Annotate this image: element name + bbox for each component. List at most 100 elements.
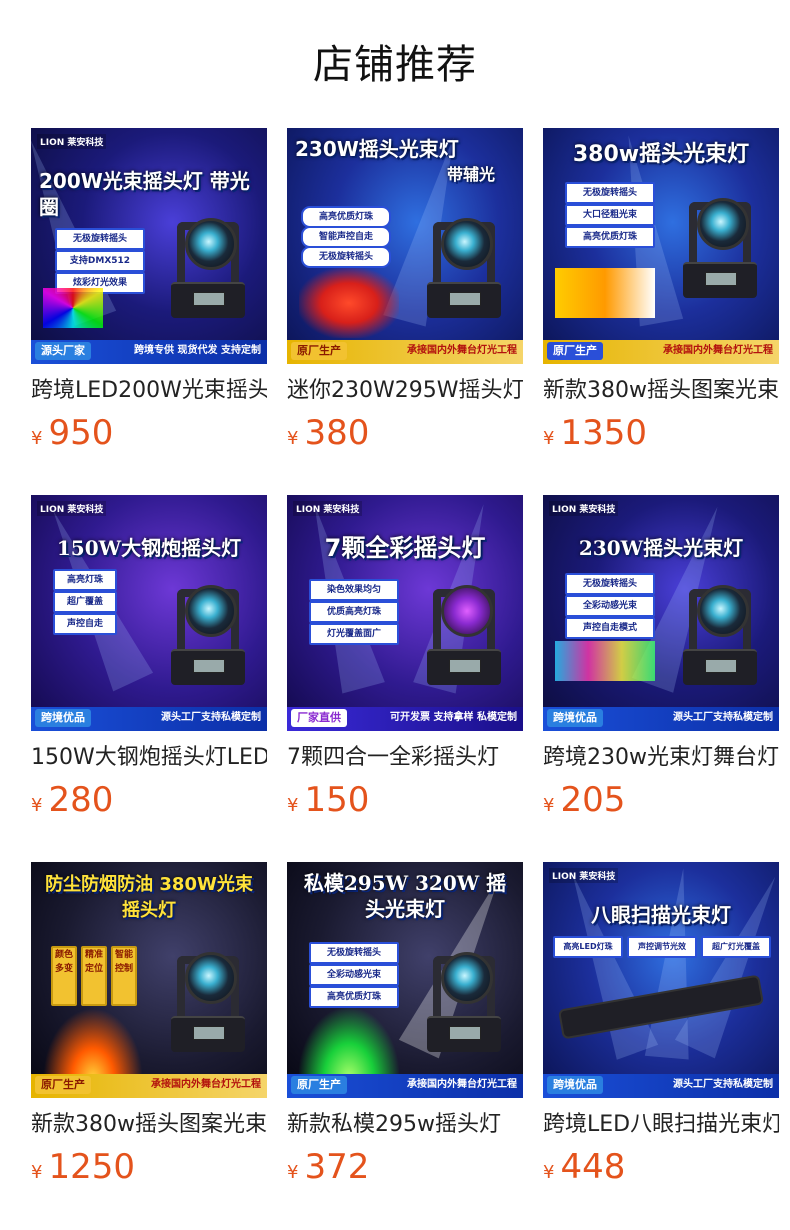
- image-headline: 380w摇头光束灯: [572, 142, 750, 167]
- moving-head-light-image: [171, 208, 245, 318]
- price-value: 150: [304, 780, 370, 820]
- brand-logo: LION 莱安科技: [549, 501, 619, 516]
- image-tag: 原厂生产: [291, 342, 347, 360]
- feature-label: 无极旋转摇头: [55, 228, 145, 250]
- product-name[interactable]: 跨境230w光束灯舞台灯: [543, 743, 779, 773]
- feature-label: 精准定位: [81, 946, 107, 1006]
- moving-head-light-image: [427, 208, 501, 318]
- product-name[interactable]: 新款380w摇头图案光束灯: [543, 376, 779, 406]
- feature-label: 全彩动感光束: [565, 595, 655, 617]
- moving-head-light-image: [683, 188, 757, 298]
- brand-logo: LION 莱安科技: [37, 134, 107, 149]
- feature-label: 染色效果均匀: [309, 579, 399, 601]
- product-name[interactable]: 新款私模295w摇头灯: [287, 1110, 523, 1140]
- image-headline: 230W摇头光束灯: [578, 536, 744, 560]
- image-headline: 私模295W 320W 摇头光束灯: [303, 871, 507, 921]
- red-light-effect: [299, 268, 399, 338]
- image-footer-text: 跨境专供 现货代发 支持定制: [134, 345, 261, 356]
- image-tag: 厂家直供: [291, 709, 347, 727]
- pattern-effect-image: [555, 268, 655, 318]
- product-price: ¥380: [287, 414, 523, 458]
- currency-symbol: ¥: [543, 428, 555, 449]
- color-effect-image: [555, 641, 655, 681]
- currency-symbol: ¥: [31, 795, 43, 816]
- product-name[interactable]: 新款380w摇头图案光束灯: [31, 1110, 267, 1140]
- product-image[interactable]: LION 莱安科技 八眼扫描光束灯 高亮LED灯珠 声控调节光效 超广灯光覆盖 …: [543, 862, 779, 1098]
- image-tag: 原厂生产: [547, 342, 603, 360]
- product-card[interactable]: LION 莱安科技 八眼扫描光束灯 高亮LED灯珠 声控调节光效 超广灯光覆盖 …: [543, 862, 779, 1192]
- product-card[interactable]: LION 莱安科技 200W光束摇头灯 带光圈 无极旋转摇头 支持DMX512 …: [31, 128, 267, 458]
- moving-head-light-image: [683, 575, 757, 685]
- feature-label: 智能控制: [111, 946, 137, 1006]
- brand-logo: LION 莱安科技: [37, 501, 107, 516]
- moving-head-light-image: [171, 942, 245, 1052]
- moving-head-light-image: [171, 575, 245, 685]
- image-tag: 原厂生产: [291, 1076, 347, 1094]
- product-image[interactable]: 230W摇头光束灯 带辅光 高亮优质灯珠 智能声控自走 无极旋转摇头 原厂生产 …: [287, 128, 523, 364]
- product-image[interactable]: LION 莱安科技 230W摇头光束灯 无极旋转摇头 全彩动感光束 声控自走模式…: [543, 495, 779, 731]
- feature-label: 高亮LED灯珠: [553, 936, 623, 958]
- feature-label: 智能声控自走: [301, 226, 391, 248]
- product-card[interactable]: LION 莱安科技 150W大钢炮摇头灯 高亮灯珠 超广覆盖 声控自走 跨境优品…: [31, 495, 267, 825]
- product-name[interactable]: 跨境LED八眼扫描光束灯: [543, 1110, 779, 1140]
- image-footer-text: 承接国内外舞台灯光工程: [151, 1079, 261, 1090]
- price-value: 448: [560, 1147, 626, 1187]
- image-tag: 跨境优品: [547, 709, 603, 727]
- image-tag: 原厂生产: [35, 1076, 91, 1094]
- product-card[interactable]: 私模295W 320W 摇头光束灯 无极旋转摇头 全彩动感光束 高亮优质灯珠 原…: [287, 862, 523, 1192]
- feature-label: 全彩动感光束: [309, 964, 399, 986]
- product-image[interactable]: LION 莱安科技 7颗全彩摇头灯 染色效果均匀 优质高亮灯珠 灯光覆盖面广 厂…: [287, 495, 523, 731]
- product-card[interactable]: 防尘防烟防油 380W光束摇头灯 颜色多变 精准定位 智能控制 原厂生产 承接国…: [31, 862, 267, 1192]
- image-footer-text: 承接国内外舞台灯光工程: [407, 1079, 517, 1090]
- feature-label: 高亮优质灯珠: [309, 986, 399, 1008]
- brand-logo: LION 莱安科技: [549, 868, 619, 883]
- feature-label: 高亮灯珠: [53, 569, 117, 591]
- image-headline: 150W大钢炮摇头灯: [56, 536, 242, 560]
- feature-label: 高亮优质灯珠: [565, 226, 655, 248]
- currency-symbol: ¥: [31, 428, 43, 449]
- brand-logo: LION 莱安科技: [293, 501, 363, 516]
- image-headline: 7颗全彩摇头灯: [324, 534, 486, 562]
- product-image[interactable]: LION 莱安科技 200W光束摇头灯 带光圈 无极旋转摇头 支持DMX512 …: [31, 128, 267, 364]
- product-image[interactable]: 380w摇头光束灯 无极旋转摇头 大口径粗光束 高亮优质灯珠 原厂生产 承接国内…: [543, 128, 779, 364]
- price-value: 1350: [560, 413, 647, 453]
- product-card[interactable]: 230W摇头光束灯 带辅光 高亮优质灯珠 智能声控自走 无极旋转摇头 原厂生产 …: [287, 128, 523, 458]
- image-headline: 八眼扫描光束灯: [591, 903, 731, 927]
- currency-symbol: ¥: [287, 428, 299, 449]
- feature-label: 声控自走: [53, 613, 117, 635]
- product-card[interactable]: LION 莱安科技 230W摇头光束灯 无极旋转摇头 全彩动感光束 声控自走模式…: [543, 495, 779, 825]
- product-card[interactable]: 380w摇头光束灯 无极旋转摇头 大口径粗光束 高亮优质灯珠 原厂生产 承接国内…: [543, 128, 779, 458]
- currency-symbol: ¥: [543, 795, 555, 816]
- feature-label: 超广灯光覆盖: [701, 936, 771, 958]
- product-grid: LION 莱安科技 200W光束摇头灯 带光圈 无极旋转摇头 支持DMX512 …: [0, 0, 790, 1230]
- image-footer-text: 源头工厂支持私模定制: [673, 712, 773, 723]
- product-image[interactable]: 私模295W 320W 摇头光束灯 无极旋转摇头 全彩动感光束 高亮优质灯珠 原…: [287, 862, 523, 1098]
- feature-label: 颜色多变: [51, 946, 77, 1006]
- product-name[interactable]: 跨境LED200W光束摇头灯: [31, 376, 267, 406]
- feature-label: 支持DMX512: [55, 250, 145, 272]
- price-value: 1250: [48, 1147, 135, 1187]
- price-value: 380: [304, 413, 370, 453]
- price-value: 372: [304, 1147, 370, 1187]
- product-price: ¥280: [31, 781, 267, 825]
- feature-label: 无极旋转摇头: [565, 573, 655, 595]
- image-footer-text: 源头工厂支持私模定制: [673, 1079, 773, 1090]
- currency-symbol: ¥: [287, 1162, 299, 1183]
- product-name[interactable]: 150W大钢炮摇头灯LED: [31, 743, 267, 773]
- feature-label: 高亮优质灯珠: [301, 206, 391, 228]
- product-name[interactable]: 迷你230W295W摇头灯: [287, 376, 523, 406]
- moving-head-light-image: [427, 942, 501, 1052]
- price-value: 950: [48, 413, 114, 453]
- product-card[interactable]: LION 莱安科技 7颗全彩摇头灯 染色效果均匀 优质高亮灯珠 灯光覆盖面广 厂…: [287, 495, 523, 825]
- product-price: ¥150: [287, 781, 523, 825]
- image-subheadline: 带辅光: [447, 165, 496, 184]
- product-image[interactable]: 防尘防烟防油 380W光束摇头灯 颜色多变 精准定位 智能控制 原厂生产 承接国…: [31, 862, 267, 1098]
- color-effect-image: [43, 288, 103, 328]
- product-price: ¥1250: [31, 1148, 267, 1192]
- product-price: ¥1350: [543, 414, 779, 458]
- product-image[interactable]: LION 莱安科技 150W大钢炮摇头灯 高亮灯珠 超广覆盖 声控自走 跨境优品…: [31, 495, 267, 731]
- product-price: ¥205: [543, 781, 779, 825]
- image-headline: 230W摇头光束灯: [295, 137, 459, 161]
- image-footer-text: 承接国内外舞台灯光工程: [407, 345, 517, 356]
- product-name[interactable]: 7颗四合一全彩摇头灯: [287, 743, 523, 773]
